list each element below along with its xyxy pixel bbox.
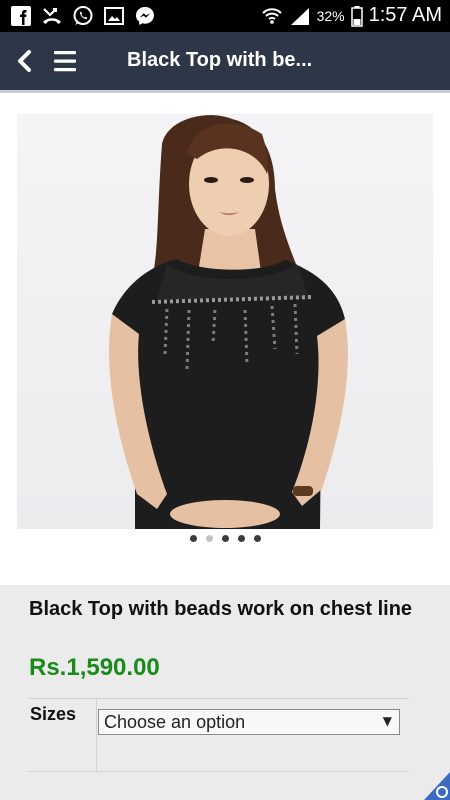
notification-icons: [10, 5, 156, 27]
dropdown-arrow-icon: ▼: [382, 714, 392, 728]
product-photo: [108, 115, 348, 529]
sizes-select[interactable]: Choose an option ▼: [98, 709, 400, 735]
app-bar: Black Top with be...: [0, 32, 450, 90]
facebook-icon: [11, 6, 31, 26]
sizes-label: Sizes: [30, 704, 77, 724]
pager-dot[interactable]: [189, 535, 197, 542]
sizes-select-value: Choose an option: [104, 712, 246, 732]
product-name: Black Top with beads work on chest line: [29, 598, 413, 620]
page-title: Black Top with be...: [127, 49, 313, 71]
missed-call-icon: [43, 8, 61, 24]
status-bar: 32% 1:57 AM: [0, 0, 450, 32]
pager-dot[interactable]: [237, 535, 245, 542]
signal-icon: [290, 7, 309, 25]
wifi-icon: [261, 7, 282, 24]
product-price: Rs.1,590.00: [29, 654, 160, 681]
battery-icon: [350, 5, 363, 27]
messenger-icon: [136, 7, 154, 25]
battery-percentage: 32%: [316, 7, 345, 24]
whatsapp-icon: [73, 6, 93, 25]
app-bar-shadow: [0, 90, 450, 93]
pager-dot[interactable]: [205, 535, 213, 542]
image-pager: [0, 532, 450, 546]
system-status: 32% 1:57 AM: [261, 4, 442, 27]
variations-table: Sizes Choose an option ▼: [28, 698, 409, 772]
variations-divider: [96, 699, 97, 772]
gallery-icon: [104, 7, 124, 25]
pager-dot[interactable]: [253, 535, 261, 542]
product-image[interactable]: [17, 114, 433, 529]
back-arrow-icon[interactable]: [12, 46, 38, 76]
scroll-to-top-icon[interactable]: [424, 772, 450, 800]
pager-dot[interactable]: [221, 535, 229, 542]
product-info-panel: Black Top with beads work on chest line …: [0, 585, 450, 800]
clock: 1:57 AM: [368, 4, 442, 26]
hamburger-menu-icon[interactable]: [52, 48, 78, 74]
